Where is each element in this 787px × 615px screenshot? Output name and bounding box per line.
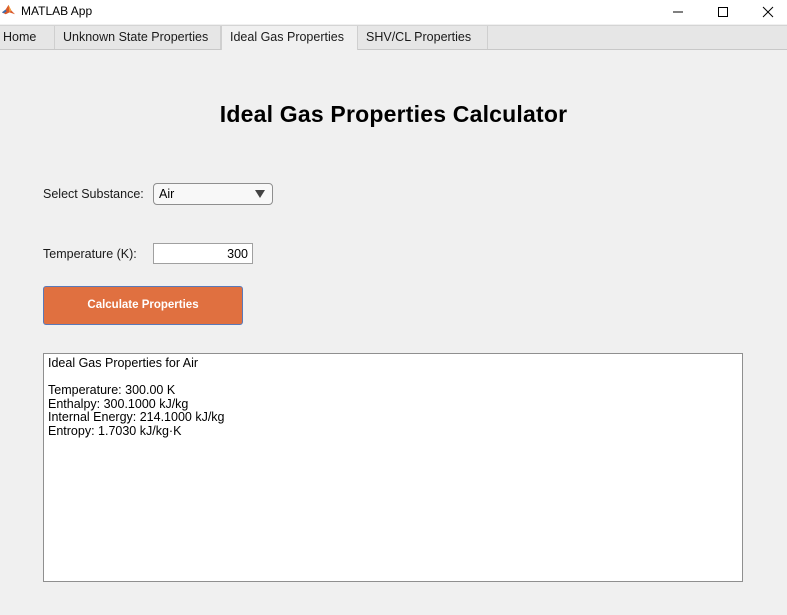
tab-ideal-gas-properties[interactable]: Ideal Gas Properties xyxy=(221,26,358,50)
close-button[interactable] xyxy=(745,0,787,24)
close-icon xyxy=(762,6,774,18)
results-line: Entropy: 1.7030 kJ/kg·K xyxy=(48,423,182,438)
tab-strip: Home Unknown State Properties Ideal Gas … xyxy=(0,25,787,50)
tab-home[interactable]: Home xyxy=(0,26,55,49)
maximize-icon xyxy=(718,7,728,17)
results-line: Enthalpy: 300.1000 kJ/kg xyxy=(48,396,189,411)
page-title: Ideal Gas Properties Calculator xyxy=(219,101,568,127)
tab-shv-cl-properties[interactable]: SHV/CL Properties xyxy=(358,26,488,49)
results-line: Internal Energy: 214.1000 kJ/kg xyxy=(48,410,225,425)
substance-label: Select Substance: xyxy=(43,187,144,201)
app-window: MATLAB App Home Unknown State Properties… xyxy=(0,0,787,615)
minimize-icon xyxy=(673,11,683,13)
substance-dropdown-value: Air xyxy=(159,187,175,201)
maximize-button[interactable] xyxy=(700,0,746,24)
temperature-label: Temperature (K): xyxy=(43,247,137,261)
calculate-properties-button[interactable]: Calculate Properties xyxy=(43,286,243,325)
tab-unknown-state-properties[interactable]: Unknown State Properties xyxy=(55,26,221,49)
matlab-logo-icon xyxy=(1,2,16,17)
results-line xyxy=(48,371,738,385)
chevron-down-icon xyxy=(255,190,265,198)
title-bar: MATLAB App xyxy=(0,0,787,24)
window-title: MATLAB App xyxy=(21,4,93,18)
substance-dropdown[interactable]: Air xyxy=(153,183,273,205)
results-text-area[interactable]: Ideal Gas Properties for Air Temperature:… xyxy=(43,353,743,582)
temperature-input[interactable] xyxy=(153,243,253,264)
results-line: Temperature: 300.00 K xyxy=(48,383,176,398)
results-line: Ideal Gas Properties for Air xyxy=(48,356,199,370)
minimize-button[interactable] xyxy=(655,0,701,24)
